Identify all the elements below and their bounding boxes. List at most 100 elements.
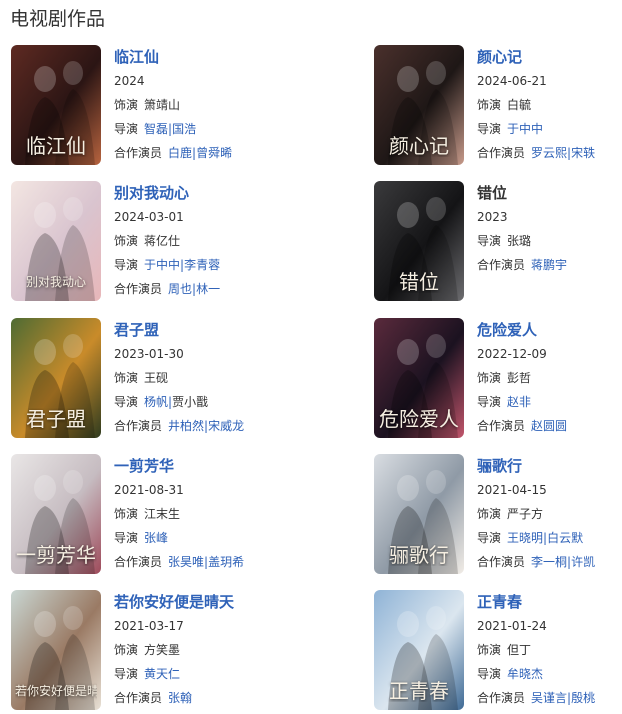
drama-title[interactable]: 君子盟	[114, 318, 314, 342]
director-name: 张璐	[507, 234, 532, 248]
drama-title[interactable]: 别对我动心	[114, 181, 314, 205]
role-name: 箫靖山	[144, 98, 181, 112]
role-label: 饰演	[477, 98, 502, 112]
drama-info: 临江仙 2024 饰演 箫靖山 导演 智磊|国浩 合作演员 白鹿|曾舜晞	[114, 45, 314, 165]
drama-card: 正青春 正青春 2021-01-24 饰演 但丁 导演 牟晓杰 合作演员 吴谨言|殷桃	[374, 590, 622, 712]
drama-poster[interactable]: 别对我动心	[11, 181, 101, 301]
figure-head	[426, 606, 446, 630]
costar-link[interactable]: 蒋鹏宇	[531, 258, 567, 272]
costars-row: 合作演员 蒋鹏宇	[477, 253, 622, 277]
costar-link[interactable]: 赵圆圆	[531, 419, 567, 433]
drama-poster[interactable]: 正青春	[374, 590, 464, 710]
drama-poster[interactable]: 一剪芳华	[11, 454, 101, 574]
costar-link[interactable]: 吴谨言	[531, 691, 567, 705]
figure-head	[63, 197, 83, 221]
director-row: 导演 于中中	[477, 117, 622, 141]
figure-head	[34, 339, 56, 365]
role-name: 蒋亿仕	[144, 234, 181, 248]
drama-title[interactable]: 临江仙	[114, 45, 314, 69]
costars-label: 合作演员	[477, 691, 526, 705]
costar-link[interactable]: 白鹿	[168, 146, 192, 160]
costar-link[interactable]: 张翰	[168, 691, 192, 705]
drama-card: 骊歌行 骊歌行 2021-04-15 饰演 严子方 导演 王晓明|白云默 合作演员 李一桐|许凯	[374, 454, 622, 576]
drama-title[interactable]: 骊歌行	[477, 454, 622, 478]
costars-label: 合作演员	[114, 419, 163, 433]
figure-head	[63, 606, 83, 630]
role-name: 严子方	[507, 507, 544, 521]
director-link[interactable]: 于中中	[507, 122, 543, 136]
costar-link[interactable]: 许凯	[571, 555, 595, 569]
director-link[interactable]: 白云默	[547, 531, 583, 545]
director-label: 导演	[114, 395, 139, 409]
director-link[interactable]: 杨帆	[144, 395, 168, 409]
role-row: 饰演 白毓	[477, 93, 622, 117]
poster-title: 骊歌行	[389, 544, 449, 566]
costars-row: 合作演员 周也|林一	[114, 277, 314, 301]
director-label: 导演	[477, 395, 502, 409]
drama-title[interactable]: 正青春	[477, 590, 622, 614]
role-name: 方笑墨	[144, 643, 181, 657]
role-row: 饰演 王砚	[114, 366, 314, 390]
drama-poster[interactable]: 若你安好便是晴天	[11, 590, 101, 710]
poster-title: 君子盟	[26, 408, 86, 430]
figure-head	[397, 66, 419, 92]
costar-link[interactable]: 林一	[196, 282, 220, 296]
drama-card: 错位 错位 2023 导演 张璐 合作演员 蒋鹏宇	[374, 181, 622, 303]
drama-title[interactable]: 颜心记	[477, 45, 622, 69]
director-link[interactable]: 张峰	[144, 531, 168, 545]
drama-poster[interactable]: 颜心记	[374, 45, 464, 165]
role-row: 饰演 严子方	[477, 502, 622, 526]
costar-link[interactable]: 李一桐	[531, 555, 567, 569]
poster-title: 错位	[399, 271, 439, 293]
drama-card: 若你安好便是晴天若你安好便是晴天2021-03-17饰演方笑墨导演黄天仁合作演员…	[11, 590, 311, 712]
costar-link[interactable]: 曾舜晞	[196, 146, 232, 160]
costar-link[interactable]: 张昊唯	[168, 555, 204, 569]
director-link[interactable]: 赵非	[507, 395, 531, 409]
figure-head	[397, 611, 419, 637]
figure-head	[34, 475, 56, 501]
costar-link[interactable]: 殷桃	[571, 691, 595, 705]
figure-head	[426, 470, 446, 494]
role-label: 饰演	[477, 371, 502, 385]
drama-poster[interactable]: 错位	[374, 181, 464, 301]
drama-poster[interactable]: 君子盟	[11, 318, 101, 438]
poster-title: 若你安好便是晴天	[15, 684, 97, 698]
director-link[interactable]: 黄天仁	[144, 667, 180, 681]
release-date: 2021-01-24	[477, 619, 547, 633]
director-link[interactable]: 牟晓杰	[507, 667, 543, 681]
costars-row: 合作演员 张昊唯|盖玥希	[114, 550, 314, 574]
role-label: 饰演	[477, 507, 502, 521]
director-link[interactable]: 王晓明	[507, 531, 543, 545]
costar-link[interactable]: 周也	[168, 282, 192, 296]
drama-poster[interactable]: 骊歌行	[374, 454, 464, 574]
drama-title[interactable]: 一剪芳华	[114, 454, 314, 478]
costar-link[interactable]: 罗云熙	[531, 146, 567, 160]
costar-link[interactable]: 井柏然	[168, 419, 204, 433]
drama-poster[interactable]: 危险爱人	[374, 318, 464, 438]
drama-card: 一剪芳华 一剪芳华 2021-08-31 饰演 江末生 导演 张峰 合作演员 张昊唯|盖玥希	[11, 454, 311, 576]
director-row: 导演 杨帆|贾小戬	[114, 390, 314, 414]
poster-title: 正青春	[389, 680, 449, 702]
drama-info: 危险爱人 2022-12-09 饰演 彭哲 导演 赵非 合作演员 赵圆圆	[477, 318, 622, 438]
director-link[interactable]: 国浩	[172, 122, 196, 136]
costars-row: 合作演员 李一桐|许凯	[477, 550, 622, 574]
figure-head	[34, 611, 56, 637]
figure-head	[63, 334, 83, 358]
costar-link[interactable]: 盖玥希	[208, 555, 244, 569]
director-link[interactable]: 智磊	[144, 122, 168, 136]
figure-head	[34, 202, 56, 228]
drama-poster[interactable]: 临江仙	[11, 45, 101, 165]
director-label: 导演	[114, 122, 139, 136]
drama-title[interactable]: 若你安好便是晴天	[114, 590, 314, 614]
role-label: 饰演	[114, 643, 139, 657]
director-link[interactable]: 李青蓉	[184, 258, 220, 272]
section-title: 电视剧作品	[10, 8, 106, 30]
figure-head	[426, 197, 446, 221]
costars-label: 合作演员	[114, 146, 163, 160]
director-row: 导演 牟晓杰	[477, 662, 622, 686]
drama-title[interactable]: 危险爱人	[477, 318, 622, 342]
costar-link[interactable]: 宋轶	[571, 146, 595, 160]
director-link[interactable]: 于中中	[144, 258, 180, 272]
figure-head	[426, 334, 446, 358]
costar-link[interactable]: 宋威龙	[208, 419, 244, 433]
